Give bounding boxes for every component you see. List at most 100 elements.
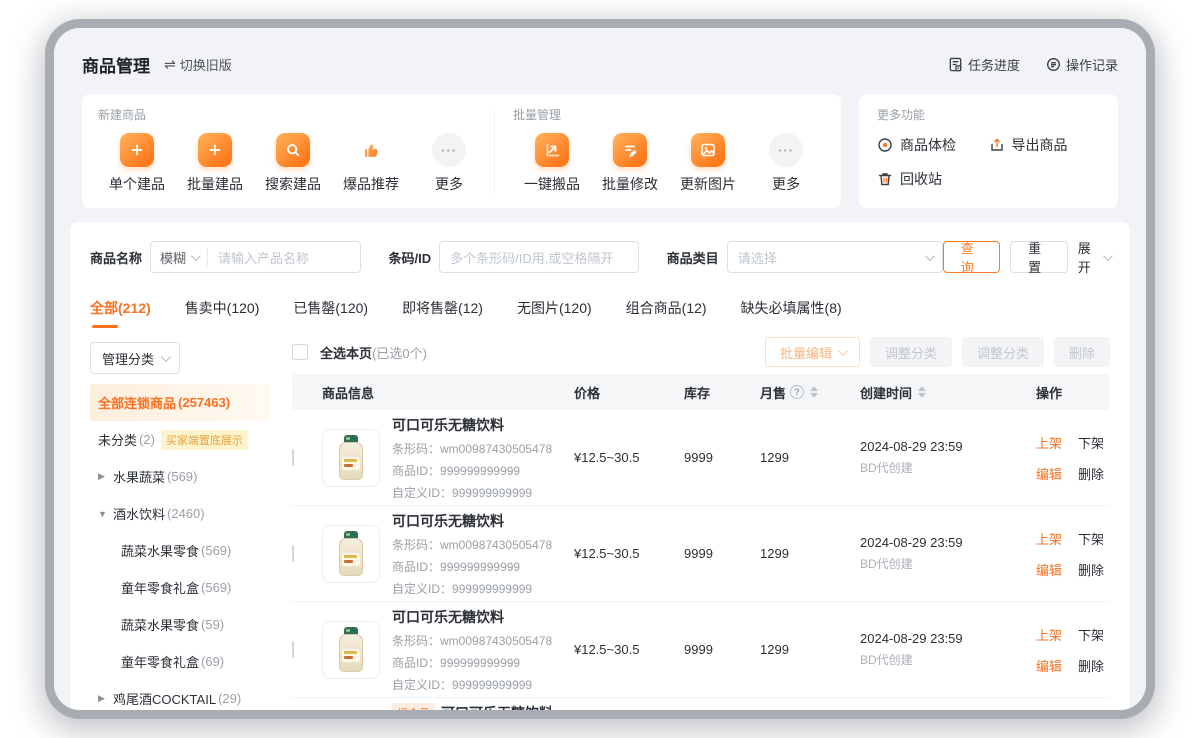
- category-placeholder: 请选择: [728, 248, 787, 267]
- table-row: 可口可乐无糖饮料 条形码：wm00987430505478 商品ID：99999…: [292, 410, 1110, 506]
- update-picture-button[interactable]: 更新图片: [669, 133, 747, 194]
- list-action[interactable]: 上架: [1036, 625, 1062, 644]
- one-click-move-button[interactable]: 一键搬品: [513, 133, 591, 194]
- monthly-sales-value: 1299: [760, 642, 860, 657]
- batch-more-button[interactable]: ··· 更多: [747, 133, 825, 194]
- tab-all[interactable]: 全部(212): [90, 298, 151, 328]
- created-time: 2024-08-29 23:59: [860, 535, 1036, 550]
- sidebar-item-childhood-snack-box-1[interactable]: 童年零食礼盒(569): [90, 569, 270, 606]
- switch-old-version-link[interactable]: ⇌ 切换旧版: [164, 55, 232, 74]
- hot-product-recommend-button[interactable]: 爆品推荐: [332, 133, 410, 194]
- delete-button[interactable]: 删除: [1054, 337, 1110, 367]
- edit-action[interactable]: 编辑: [1036, 656, 1062, 675]
- row-checkbox[interactable]: [292, 641, 294, 658]
- sidebar-item-fruits-vegetables[interactable]: ▶ 水果蔬菜(569): [90, 458, 270, 495]
- col-monthly-sales[interactable]: 月售 ?: [760, 383, 860, 402]
- match-mode-select[interactable]: 模糊: [151, 248, 208, 267]
- list-action[interactable]: 上架: [1036, 433, 1062, 452]
- edit-action[interactable]: 编辑: [1036, 464, 1062, 483]
- adjust-category-button-2[interactable]: 调整分类: [962, 337, 1044, 367]
- select-all-bar: 全选本页 (已选0个) 批量编辑 调整分类 调整分类 删除: [292, 334, 1110, 370]
- product-name-placeholder: 请输入产品名称: [208, 248, 319, 267]
- sidebar-item-drinks[interactable]: ▼ 酒水饮料(2460): [90, 495, 270, 532]
- delist-action[interactable]: 下架: [1078, 433, 1104, 452]
- recycle-bin-button[interactable]: 回收站: [877, 169, 989, 189]
- tab-almost-sold-out[interactable]: 即将售罄(12): [402, 298, 483, 328]
- sidebar-item-childhood-snack-box-2[interactable]: 童年零食礼盒(69): [90, 643, 270, 680]
- create-more-button[interactable]: ··· 更多: [410, 133, 488, 194]
- sidebar-item-veg-fruit-snacks-2[interactable]: 蔬菜水果零食(59): [90, 606, 270, 643]
- expand-filters-link[interactable]: 展开: [1078, 238, 1110, 276]
- select-all-checkbox[interactable]: [292, 344, 308, 360]
- category-select[interactable]: 请选择: [727, 241, 943, 273]
- ellipsis-icon: ···: [769, 133, 803, 167]
- operation-log-icon: [1046, 57, 1061, 72]
- product-name-label: 商品名称: [90, 248, 142, 267]
- delete-action[interactable]: 删除: [1078, 656, 1104, 675]
- row-checkbox[interactable]: [292, 449, 294, 466]
- query-button[interactable]: 查询: [943, 241, 1001, 273]
- sidebar-item-uncategorized[interactable]: 未分类(2) 买家端置底展示: [90, 421, 270, 458]
- delist-action[interactable]: 下架: [1078, 529, 1104, 548]
- col-stock: 库存: [684, 383, 760, 402]
- create-batch-product-button[interactable]: 批量建品: [176, 133, 254, 194]
- thumb-up-icon: [354, 133, 388, 167]
- product-title: 可口可乐无糖饮料: [441, 703, 553, 711]
- sort-icon[interactable]: [810, 386, 818, 398]
- operation-log-link[interactable]: 操作记录: [1046, 55, 1118, 74]
- task-progress-icon: [948, 57, 963, 72]
- table-row: 组合品 可口可乐无糖饮料 条形码：wm00987430505478 商品ID：9…: [292, 698, 1110, 710]
- creator: BD代创建: [860, 555, 1036, 572]
- task-progress-link[interactable]: 任务进度: [948, 55, 1020, 74]
- chevron-down-icon: [1103, 251, 1113, 261]
- swap-arrows-icon: ⇌: [164, 56, 176, 73]
- delete-action[interactable]: 删除: [1078, 560, 1104, 579]
- sidebar-item-all-chain-products[interactable]: 全部连锁商品(257463): [90, 384, 270, 421]
- tab-missing-attrs[interactable]: 缺失必填属性(8): [741, 298, 842, 328]
- col-created-time[interactable]: 创建时间: [860, 383, 1036, 402]
- delete-action[interactable]: 删除: [1078, 464, 1104, 483]
- chevron-down-icon: [161, 352, 171, 362]
- sidebar-item-veg-fruit-snacks-1[interactable]: 蔬菜水果零食(569): [90, 532, 270, 569]
- edit-action[interactable]: 编辑: [1036, 560, 1062, 579]
- row-checkbox[interactable]: [292, 545, 294, 562]
- more-functions-card: 更多功能 商品体检 导出商品 回收站: [859, 94, 1118, 208]
- trash-icon: [877, 171, 893, 187]
- batch-group: 批量管理 一键搬品 批量修改: [513, 106, 825, 194]
- manage-category-button[interactable]: 管理分类: [90, 342, 180, 374]
- tab-on-sale[interactable]: 售卖中(120): [185, 298, 260, 328]
- ellipsis-icon: ···: [432, 133, 466, 167]
- category-sidebar: 管理分类 全部连锁商品(257463) 未分类(2) 买家端置底展示 ▶ 水果蔬…: [90, 334, 270, 710]
- export-products-button[interactable]: 导出商品: [989, 135, 1101, 155]
- delist-action[interactable]: 下架: [1078, 625, 1104, 644]
- barcode-input[interactable]: 多个条形码/ID用,或空格隔开: [439, 241, 639, 273]
- product-name-input[interactable]: 模糊 请输入产品名称: [150, 241, 361, 273]
- creator: BD代创建: [860, 459, 1036, 476]
- sidebar-item-cocktail[interactable]: ▶ 鸡尾酒COCKTAIL(29): [90, 680, 270, 710]
- search-create-product-button[interactable]: 搜索建品: [254, 133, 332, 194]
- created-time: 2024-08-29 23:59: [860, 631, 1036, 646]
- product-health-check-button[interactable]: 商品体检: [877, 135, 989, 155]
- sort-icon[interactable]: [918, 386, 926, 398]
- list-action[interactable]: 上架: [1036, 529, 1062, 548]
- help-icon[interactable]: ?: [790, 385, 804, 399]
- tab-combo[interactable]: 组合商品(12): [626, 298, 707, 328]
- reset-button[interactable]: 重置: [1010, 241, 1068, 273]
- monthly-sales-value: 1299: [760, 546, 860, 561]
- batch-modify-button[interactable]: 批量修改: [591, 133, 669, 194]
- batch-edit-button[interactable]: 批量编辑: [765, 337, 860, 367]
- barcode-placeholder: 多个条形码/ID用,或空格隔开: [440, 248, 623, 267]
- table-row: 可口可乐无糖饮料 条形码：wm00987430505478 商品ID：99999…: [292, 602, 1110, 698]
- select-all-label: 全选本页: [320, 343, 372, 362]
- col-price: 价格: [574, 383, 684, 402]
- tab-sold-out[interactable]: 已售罄(120): [293, 298, 368, 328]
- bag-search-icon: [276, 133, 310, 167]
- tab-no-image[interactable]: 无图片(120): [517, 298, 592, 328]
- toolbar-divider: [494, 110, 495, 194]
- col-product-info: 商品信息: [322, 383, 574, 402]
- product-thumbnail: [322, 525, 380, 583]
- product-management-page: 商品管理 ⇌ 切换旧版 任务进度 操作记录 新建商品: [54, 28, 1146, 710]
- picture-icon: [691, 133, 725, 167]
- create-single-product-button[interactable]: 单个建品: [98, 133, 176, 194]
- adjust-category-button-1[interactable]: 调整分类: [870, 337, 952, 367]
